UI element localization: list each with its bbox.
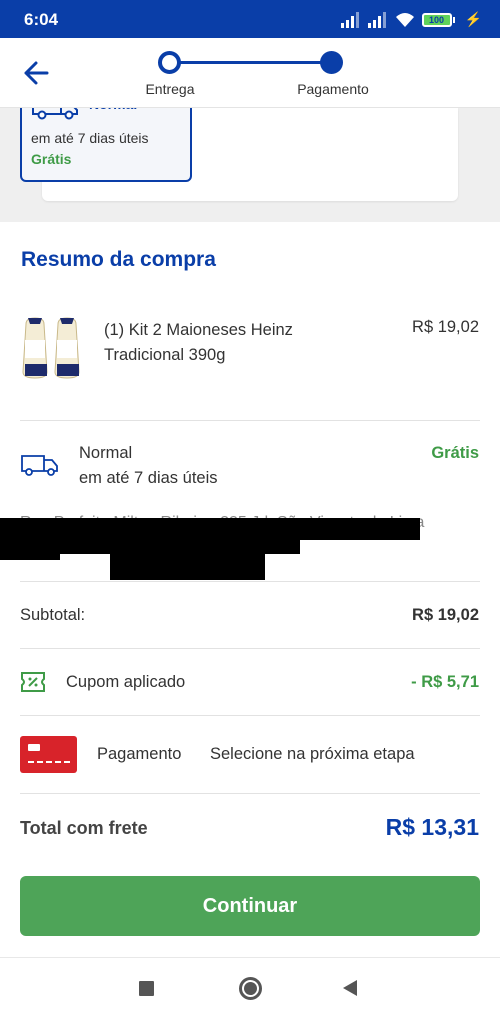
back-arrow-icon[interactable]	[22, 60, 50, 86]
product-image[interactable]	[20, 316, 82, 380]
total-value: R$ 13,31	[385, 814, 479, 840]
step-pagamento-label: Pagamento	[297, 81, 369, 97]
divider	[20, 648, 480, 649]
shipping-option-normal[interactable]: Normal em até 7 dias úteis Grátis	[20, 98, 192, 182]
shipping-option-price: Grátis	[31, 151, 72, 167]
coupon-label: Cupom aplicado	[66, 673, 186, 691]
subtotal-value: R$ 19,02	[412, 606, 479, 624]
payment-value: Selecione na próxima etapa	[210, 745, 415, 763]
charging-icon: ⚡	[464, 11, 482, 27]
back-icon[interactable]	[343, 980, 357, 996]
recent-apps-icon[interactable]	[139, 981, 154, 996]
redaction-block	[110, 550, 265, 580]
divider	[20, 793, 480, 794]
battery-level: 100	[421, 12, 452, 27]
wifi-icon	[395, 12, 414, 27]
shipping-option-time: em até 7 dias úteis	[31, 130, 149, 146]
checkout-stepper: Entrega Pagamento	[140, 50, 390, 100]
truck-icon	[21, 455, 58, 476]
divider	[20, 581, 480, 582]
divider	[20, 715, 480, 716]
system-nav-bar	[0, 957, 500, 1017]
total-label: Total com frete	[20, 818, 148, 838]
status-time: 6:04	[24, 10, 59, 29]
step-pagamento-dot	[320, 51, 343, 74]
signal-icon	[367, 11, 388, 28]
checkout-header: Entrega Pagamento	[0, 38, 500, 108]
status-icons: 100 ⚡	[340, 11, 482, 28]
step-entrega-dot[interactable]	[158, 51, 181, 74]
delivery-name: Normal	[79, 444, 133, 462]
credit-card-icon	[20, 736, 77, 773]
continue-button[interactable]: Continuar	[20, 876, 480, 936]
subtotal-label: Subtotal:	[20, 606, 86, 624]
coupon-value: - R$ 5,71	[411, 673, 479, 691]
stepper-line	[170, 61, 332, 64]
shipping-section: Normal em até 7 dias úteis Grátis	[0, 98, 500, 222]
status-bar: 6:04 100 ⚡	[0, 0, 500, 38]
divider	[20, 420, 480, 421]
summary-title: Resumo da compra	[21, 248, 216, 271]
signal-icon	[340, 11, 361, 28]
home-icon[interactable]	[239, 977, 262, 1000]
product-price: R$ 19,02	[412, 318, 479, 336]
product-name: (1) Kit 2 Maioneses Heinz Tradicional 39…	[104, 321, 293, 364]
redaction-block	[0, 518, 420, 540]
delivery-price: Grátis	[431, 444, 479, 462]
redaction-block	[0, 548, 60, 560]
coupon-icon	[21, 672, 45, 692]
delivery-time: em até 7 dias úteis	[79, 469, 218, 487]
payment-label: Pagamento	[97, 745, 182, 763]
battery-icon: 100	[421, 12, 455, 27]
step-entrega-label[interactable]: Entrega	[140, 81, 200, 97]
